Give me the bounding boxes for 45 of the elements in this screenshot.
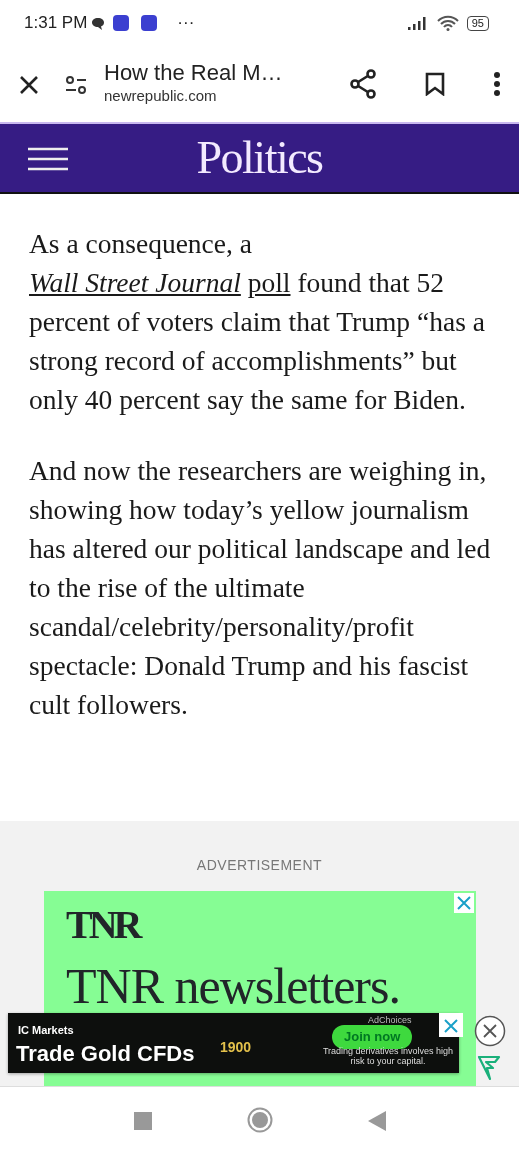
home-circle-icon bbox=[246, 1107, 273, 1133]
ad-brand: IC Markets bbox=[18, 1023, 74, 1038]
section-title: Politics bbox=[196, 135, 323, 181]
close-circle-icon bbox=[474, 1015, 506, 1047]
menu-button[interactable] bbox=[28, 146, 68, 171]
ad-headline: TNR newsletters. bbox=[66, 961, 401, 1011]
more-options-button[interactable] bbox=[493, 71, 501, 97]
kebab-menu-icon bbox=[493, 71, 501, 97]
ad-logo: TNR bbox=[66, 905, 141, 945]
ad-close-button[interactable] bbox=[439, 1013, 463, 1037]
share-icon bbox=[349, 69, 377, 99]
page-url: newrepublic.com bbox=[104, 85, 218, 106]
article-paragraph: And now the researchers are weighing in, showing how today’s yellow journalism has altered our political landscape and led to the rise of the ultimate scandal/celebrity/personality/profit spectacle: Donald Trump and his fascist cult followers. bbox=[29, 454, 492, 722]
chat-bubble-icon bbox=[91, 16, 106, 30]
ad-label: ADVERTISEMENT bbox=[195, 856, 324, 875]
battery-indicator: 95 bbox=[466, 15, 489, 31]
article-link[interactable]: poll bbox=[247, 267, 291, 298]
wifi-icon bbox=[436, 15, 459, 31]
back-triangle-icon bbox=[367, 1110, 386, 1131]
share-button[interactable] bbox=[349, 69, 377, 99]
bookmark-button[interactable] bbox=[425, 71, 445, 97]
page-title: How the Real M… bbox=[104, 60, 283, 85]
ad-price: 1900 bbox=[220, 1038, 252, 1057]
dismiss-button[interactable] bbox=[474, 1015, 506, 1047]
ad-choices-label: AdChoices bbox=[368, 1014, 412, 1027]
article-link[interactable]: Wall Street Journal bbox=[29, 267, 241, 298]
bookmark-icon bbox=[425, 72, 445, 97]
back-button[interactable] bbox=[367, 1108, 386, 1132]
square-icon bbox=[133, 1111, 152, 1130]
signal-icon bbox=[406, 16, 429, 30]
ad-network-logo-icon bbox=[477, 1055, 501, 1081]
close-icon bbox=[444, 1018, 458, 1033]
close-icon bbox=[457, 896, 471, 910]
ad-close-button[interactable] bbox=[454, 893, 474, 913]
home-button[interactable] bbox=[246, 1107, 273, 1133]
app-notification-icon bbox=[141, 15, 158, 31]
article-paragraph: As a consequence, a Wall Street Journal poll found that 52 percent of voters claim that Trump “has a strong record of accomplishments” but only 40 percent say the same for Biden. bbox=[29, 227, 486, 417]
more-notifications: ··· bbox=[177, 12, 195, 35]
status-time: 1:31 PM bbox=[24, 12, 88, 35]
sliders-icon bbox=[64, 74, 88, 95]
close-icon bbox=[18, 73, 40, 96]
app-notification-icon bbox=[113, 15, 130, 31]
menu-icon bbox=[28, 146, 68, 171]
ad-headline: Trade Gold CFDs bbox=[16, 1040, 195, 1068]
ad-disclaimer: Trading derivatives involves high risk to your capital. bbox=[321, 1047, 455, 1067]
